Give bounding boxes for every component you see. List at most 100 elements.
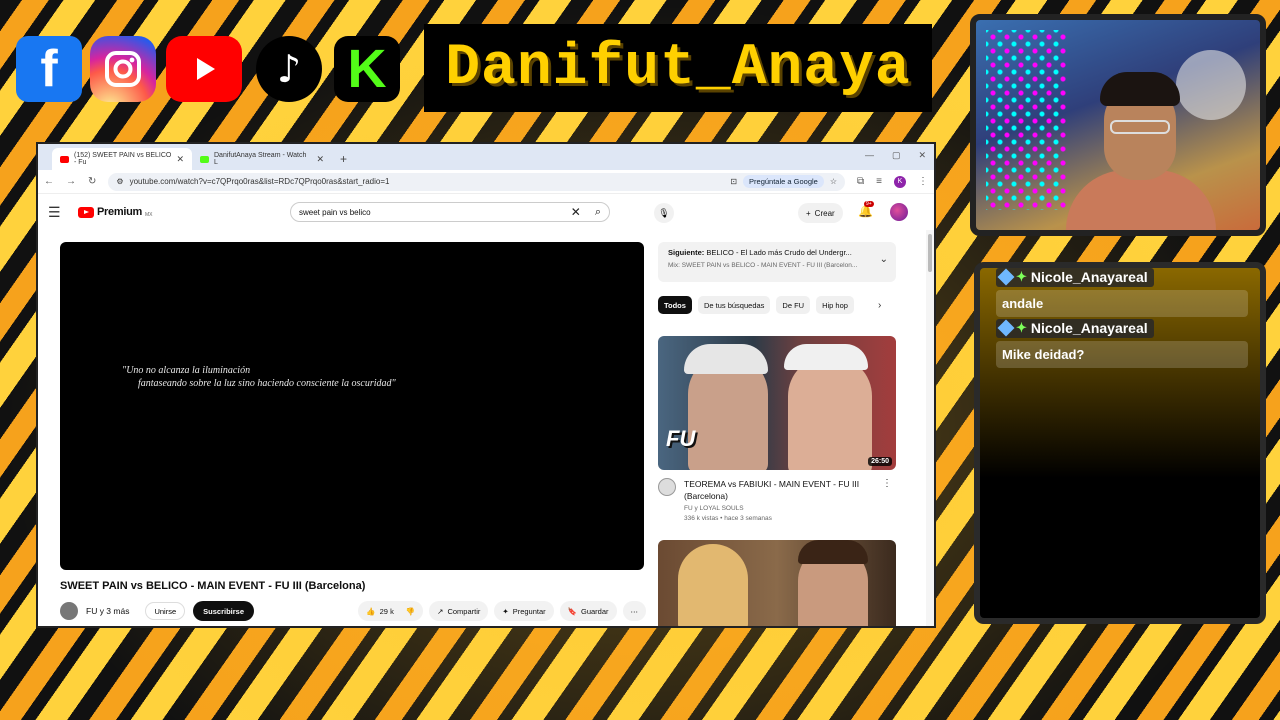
tab-bar: (152) SWEET PAIN vs BELICO - Fu ✕ Danifu… <box>38 144 934 170</box>
new-tab-button[interactable]: + <box>340 152 347 166</box>
video-actions: FU y 3 más Unirse Suscribirse 👍 29 k 👎 ↗… <box>60 600 646 622</box>
share-icon: ↗ <box>437 606 444 616</box>
gem-badge-icon <box>997 319 1015 337</box>
browser-window: (152) SWEET PAIN vs BELICO - Fu ✕ Danifu… <box>36 142 936 628</box>
video-title: SWEET PAIN vs BELICO - MAIN EVENT - FU I… <box>60 580 366 592</box>
close-tab-icon[interactable]: ✕ <box>176 154 184 165</box>
thumbnail-hair-right <box>798 540 868 564</box>
notification-count: 9+ <box>864 201 874 207</box>
youtube-header: ☰ Premium MX sweet pain vs belico ✕ ⌕ 🎙 … <box>38 194 934 230</box>
ask-button[interactable]: ✦ Preguntar <box>494 601 554 621</box>
thumbnail-cap-right <box>784 344 868 370</box>
chip-hip-hop[interactable]: Hip hop <box>816 296 854 314</box>
recommended-channel-avatar[interactable] <box>658 478 676 496</box>
bookmark-star-icon[interactable]: ☆ <box>830 177 837 186</box>
address-bar[interactable]: ⚙ youtube.com/watch?v=c7QPrqo0ras&list=R… <box>108 172 846 191</box>
chat-overlay: ✦ Nicole_Anayareal andale ✦ Nicole_Anaya… <box>974 262 1266 624</box>
chevron-right-icon[interactable]: › <box>878 300 881 311</box>
duration-badge: 26:50 <box>868 457 892 466</box>
share-button[interactable]: ↗ Compartir <box>429 601 489 621</box>
up-next-panel[interactable]: Siguiente: BELICO - El Lado más Crudo de… <box>658 242 896 282</box>
url-text: youtube.com/watch?v=c7QPrqo0ras&list=RDc… <box>129 177 390 186</box>
scrollbar-thumb[interactable] <box>928 234 932 272</box>
thumbnail-person-right <box>788 356 872 470</box>
microphone-icon[interactable]: 🎙 <box>654 203 674 223</box>
youtube-favicon-icon <box>60 155 69 163</box>
chip-from-searches[interactable]: De tus búsquedas <box>697 296 771 314</box>
downloads-icon[interactable]: ≡ <box>876 176 882 187</box>
more-options-icon[interactable]: ⋮ <box>882 478 892 489</box>
close-tab-icon[interactable]: ✕ <box>316 154 324 165</box>
chip-from-fu[interactable]: De FU <box>776 296 811 314</box>
close-window-icon[interactable]: ✕ <box>918 150 926 161</box>
minimize-icon[interactable]: — <box>865 150 874 161</box>
facebook-icon: f <box>16 36 82 102</box>
create-button[interactable]: + Crear <box>798 203 843 223</box>
video-quote: "Uno no alcanza la iluminación fantasean… <box>122 365 396 389</box>
chat-username: ✦ Nicole_Anayareal <box>996 319 1154 338</box>
tab-kick[interactable]: DanifutAnaya Stream - Watch L ✕ <box>192 148 332 170</box>
window-controls: — ▢ ✕ <box>865 150 926 161</box>
tab-youtube[interactable]: (152) SWEET PAIN vs BELICO - Fu ✕ <box>52 148 192 170</box>
chat-message: ✦ Nicole_Anayareal Mike deidad? <box>996 319 1248 368</box>
install-icon[interactable]: ⊡ <box>730 177 737 186</box>
webcam-person-hair <box>1100 72 1180 106</box>
maximize-icon[interactable]: ▢ <box>892 150 901 161</box>
chat-text: Mike deidad? <box>996 341 1248 368</box>
page-scrollbar[interactable] <box>926 230 934 626</box>
address-toolbar: ← → ↻ ⚙ youtube.com/watch?v=c7QPrqo0ras&… <box>38 170 934 194</box>
save-button[interactable]: 🔖 Guardar <box>559 601 617 621</box>
join-button[interactable]: Unirse <box>145 602 186 620</box>
subscribe-button[interactable]: Suscribirse <box>193 601 254 621</box>
channel-name[interactable]: FU y 3 más <box>86 606 129 616</box>
thumbs-up-icon: 👍 <box>366 606 376 616</box>
recommended-video-info[interactable]: TEOREMA vs FABIUKI - MAIN EVENT - FU III… <box>658 478 896 522</box>
extensions-icon[interactable]: ⧉ <box>857 176 864 187</box>
channel-avatar[interactable] <box>60 602 78 620</box>
recommended-video-meta: 336 k vistas • hace 3 semanas <box>684 515 772 522</box>
search-icon[interactable]: ⌕ <box>595 206 601 219</box>
user-avatar[interactable] <box>890 203 908 221</box>
search-input[interactable]: sweet pain vs belico ✕ ⌕ <box>290 202 610 222</box>
kick-icon: K <box>334 36 400 102</box>
webcam-wall-shield <box>1176 50 1246 120</box>
sparkle-badge-icon: ✦ <box>1016 320 1027 335</box>
youtube-logo[interactable]: Premium MX <box>78 206 152 218</box>
bookmark-icon: 🔖 <box>567 606 577 616</box>
site-info-icon[interactable]: ⚙ <box>116 177 123 186</box>
thumbnail-cap-left <box>684 344 768 374</box>
streamer-banner: Danifut_Anaya <box>424 24 932 112</box>
plus-icon: + <box>806 208 811 218</box>
thumbs-down-icon[interactable]: 👎 <box>406 607 415 616</box>
back-icon[interactable]: ← <box>44 176 54 187</box>
banner-text: Danifut_Anaya <box>445 35 911 101</box>
forward-icon[interactable]: → <box>66 176 76 187</box>
more-actions-icon[interactable]: ⋯ <box>622 601 646 621</box>
chip-all[interactable]: Todos <box>658 296 692 314</box>
kick-favicon-icon <box>200 155 209 163</box>
chat-username: ✦ Nicole_Anayareal <box>996 268 1154 287</box>
youtube-play-icon <box>78 206 94 218</box>
gem-badge-icon <box>997 268 1015 286</box>
ask-google-button[interactable]: Pregúntale a Google <box>743 175 824 188</box>
notifications-bell-icon[interactable]: 🔔 9+ <box>858 201 874 218</box>
webcam-feed <box>970 14 1266 236</box>
thumbnail-logo: FU <box>666 426 696 451</box>
browser-menu-icon[interactable]: ⋮ <box>918 176 928 187</box>
tiktok-icon: ♪ <box>256 36 322 102</box>
recommended-video-title[interactable]: TEOREMA vs FABIUKI - MAIN EVENT - FU III… <box>684 478 874 502</box>
browser-profile-avatar[interactable]: K <box>894 175 906 188</box>
chevron-down-icon[interactable]: ⌄ <box>880 254 888 265</box>
hamburger-menu-icon[interactable]: ☰ <box>48 204 70 221</box>
recommended-thumbnail[interactable]: FU 26:50 <box>658 336 896 470</box>
thumbnail-person-left <box>678 544 748 626</box>
clear-search-icon[interactable]: ✕ <box>571 205 581 219</box>
reload-icon[interactable]: ↻ <box>88 176 96 187</box>
youtube-icon <box>166 36 242 102</box>
like-button[interactable]: 👍 29 k 👎 <box>358 601 424 621</box>
webcam-lights <box>986 30 1066 210</box>
video-player[interactable]: "Uno no alcanza la iluminación fantasean… <box>60 242 644 570</box>
recommended-channel-name[interactable]: FU y LOYAL SOULS <box>684 505 896 512</box>
recommended-thumbnail[interactable] <box>658 540 896 626</box>
webcam-person-glasses <box>1110 120 1170 134</box>
